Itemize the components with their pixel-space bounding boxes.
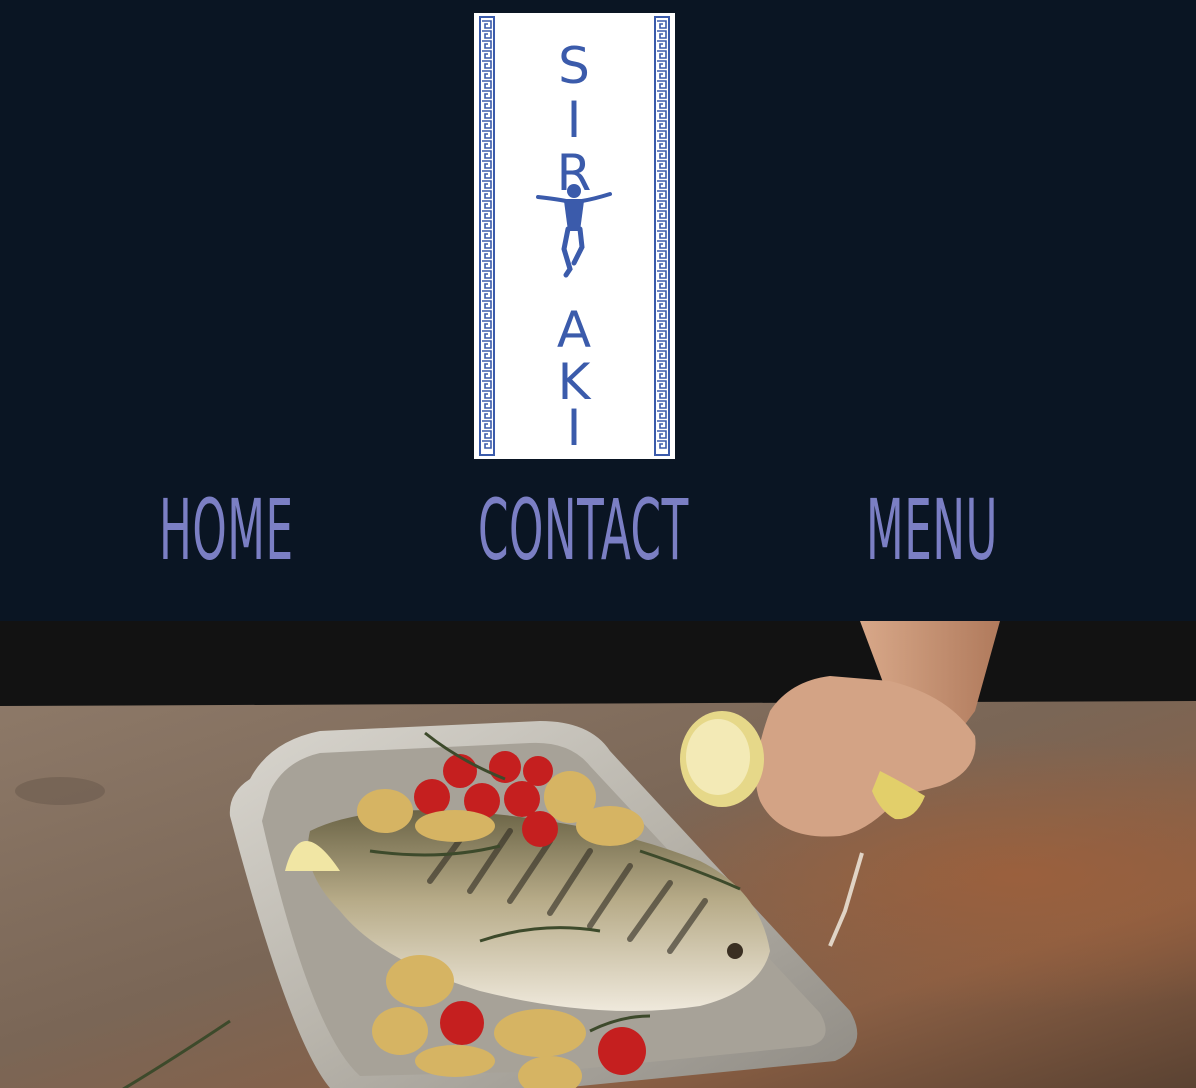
- logo-letter-s: S: [558, 37, 590, 95]
- logo-graphic: S I R A K I: [474, 13, 675, 459]
- site-header: S I R A K I HOME CONTACT MENU: [0, 0, 1196, 621]
- nav-contact-link[interactable]: CONTACT: [478, 480, 689, 580]
- logo-letter-i: I: [567, 91, 582, 149]
- siirtaki-logo[interactable]: S I R A K I: [474, 13, 675, 459]
- hero-photo-illustration: [0, 621, 1196, 1088]
- main-nav: HOME CONTACT MENU: [0, 480, 1196, 580]
- logo-letter-i2: I: [567, 399, 582, 457]
- nav-menu-link[interactable]: MENU: [866, 480, 998, 580]
- logo-letter-a: A: [557, 301, 591, 359]
- nav-home-link[interactable]: HOME: [159, 480, 294, 580]
- hero-image: [0, 621, 1196, 1088]
